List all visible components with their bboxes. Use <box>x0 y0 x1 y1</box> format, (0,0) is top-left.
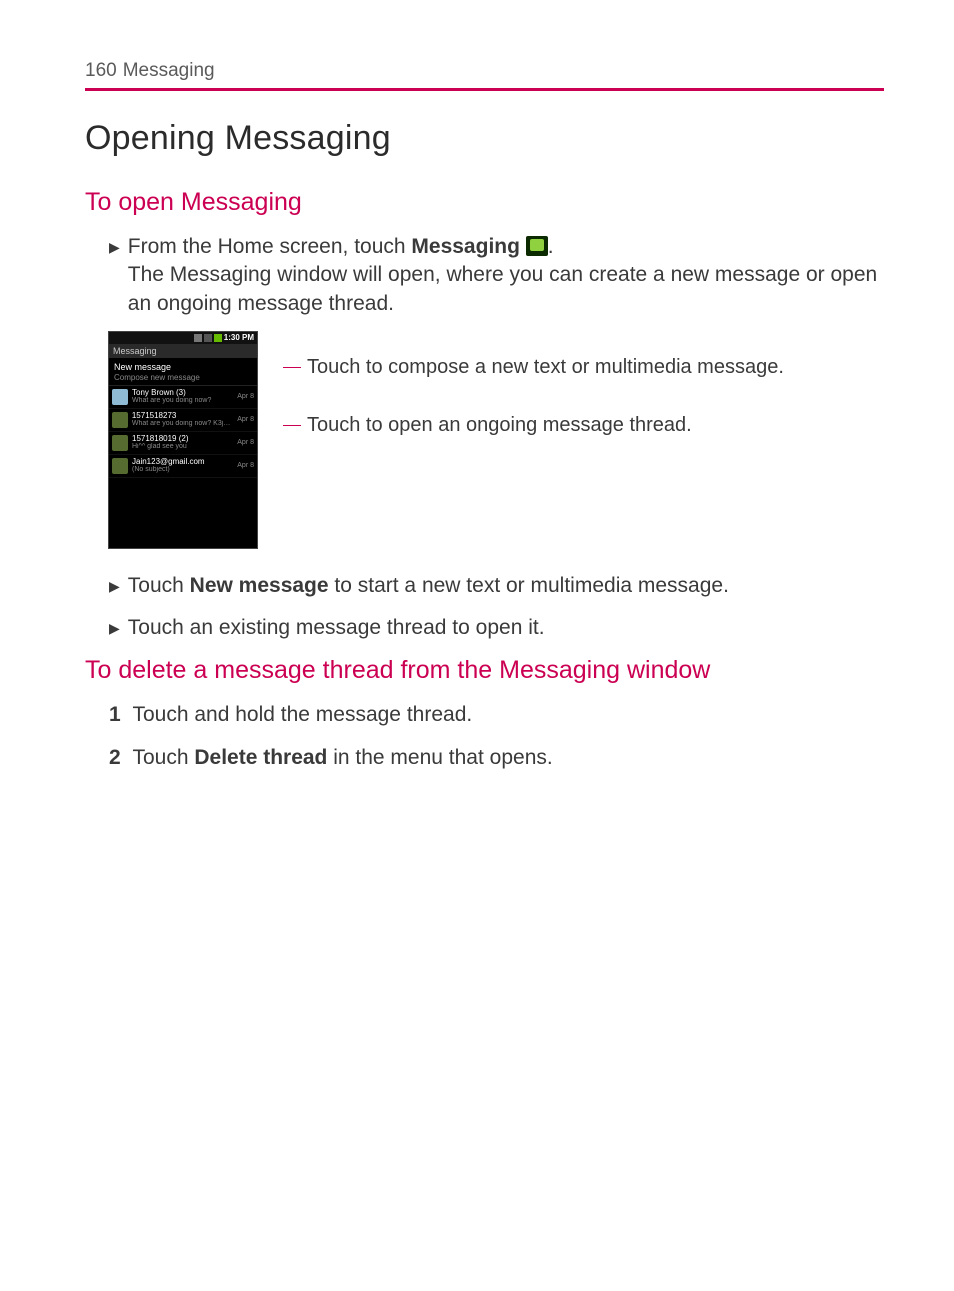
text-strong-delete-thread: Delete thread <box>194 746 327 769</box>
thread-row[interactable]: 1571518273 What are you doing now? K3jo…… <box>109 409 257 432</box>
subsection-title-delete: To delete a message thread from the Mess… <box>85 656 884 685</box>
section-title: Messaging <box>123 60 215 81</box>
avatar <box>112 435 128 451</box>
text-strong-messaging: Messaging <box>411 235 525 258</box>
status-time: 1:30 PM <box>224 333 254 343</box>
delete-step-2: 2 Touch Delete thread in the menu that o… <box>109 744 884 772</box>
compose-hint: Compose new message <box>114 373 252 383</box>
thread-row[interactable]: 1571818019 (2) Hi^^ glad see you Apr 8 <box>109 432 257 455</box>
bullet-marker-icon: ▶ <box>109 572 120 600</box>
signal-icon <box>204 334 212 342</box>
callout-open-thread: Touch to open an ongoing message thread. <box>283 412 692 438</box>
bullet-marker-icon: ▶ <box>109 233 120 318</box>
instruction-open-existing: ▶ Touch an existing message thread to op… <box>109 614 884 642</box>
avatar <box>112 412 128 428</box>
callout-text: Touch to open an ongoing message thread. <box>307 414 692 436</box>
new-message-label: New message <box>114 362 252 373</box>
avatar <box>112 389 128 405</box>
thread-name: Tony Brown (3) <box>132 388 233 398</box>
battery-icon <box>214 334 222 342</box>
thread-date: Apr 8 <box>237 439 254 447</box>
avatar <box>112 458 128 474</box>
text-fragment: The Messaging window will open, where yo… <box>128 263 877 314</box>
status-bar: 1:30 PM <box>109 332 257 344</box>
callout-leader-icon <box>283 367 301 368</box>
running-header: 160 Messaging <box>85 60 884 82</box>
header-divider <box>85 88 884 91</box>
thread-name: 1571818019 (2) <box>132 434 233 444</box>
thread-name: Jain123@gmail.com <box>132 457 233 467</box>
text-fragment: Touch <box>132 746 194 769</box>
page-number: 160 <box>85 60 117 81</box>
text-fragment: From the Home screen, touch <box>128 235 412 258</box>
step-number: 1 <box>109 701 127 729</box>
instruction-new-message: ▶ Touch New message to start a new text … <box>109 572 884 600</box>
thread-preview: What are you doing now? K3jo… <box>132 420 233 428</box>
phone-screenshot: 1:30 PM Messaging New message Compose ne… <box>109 332 257 548</box>
messaging-app-icon <box>526 236 548 256</box>
callout-leader-icon <box>283 425 301 426</box>
thread-preview: Hi^^ glad see you <box>132 443 233 451</box>
page-title: Opening Messaging <box>85 119 884 158</box>
screenshot-with-callouts: 1:30 PM Messaging New message Compose ne… <box>109 332 884 548</box>
text-strong-new-message: New message <box>190 574 329 597</box>
text-fragment: in the menu that opens. <box>327 746 552 769</box>
app-title-bar: Messaging <box>109 344 257 359</box>
callout-compose: Touch to compose a new text or multimedi… <box>283 354 784 380</box>
text-fragment: to start a new text or multimedia messag… <box>329 574 729 597</box>
manual-page: 160 Messaging Opening Messaging To open M… <box>0 0 954 1291</box>
new-message-row[interactable]: New message Compose new message <box>109 358 257 385</box>
thread-date: Apr 8 <box>237 462 254 470</box>
thread-name: 1571518273 <box>132 411 233 421</box>
text-fragment: Touch an existing message thread to open… <box>128 614 884 642</box>
thread-preview: What are you doing now? <box>132 397 233 405</box>
callout-text: Touch to compose a new text or multimedi… <box>307 356 784 378</box>
subsection-title-open: To open Messaging <box>85 188 884 217</box>
thread-row[interactable]: Tony Brown (3) What are you doing now? A… <box>109 386 257 409</box>
step-number: 2 <box>109 744 127 772</box>
phone-empty-area <box>109 478 257 548</box>
instruction-open-messaging: ▶ From the Home screen, touch Messaging … <box>109 233 884 318</box>
text-fragment: Touch <box>128 574 190 597</box>
text-fragment: Touch and hold the message thread. <box>132 703 472 726</box>
sdcard-icon <box>194 334 202 342</box>
thread-preview: (No subject) <box>132 466 233 474</box>
thread-row[interactable]: Jain123@gmail.com (No subject) Apr 8 <box>109 455 257 478</box>
thread-date: Apr 8 <box>237 416 254 424</box>
bullet-marker-icon: ▶ <box>109 614 120 642</box>
thread-date: Apr 8 <box>237 393 254 401</box>
text-fragment: . <box>548 235 554 258</box>
delete-step-1: 1 Touch and hold the message thread. <box>109 701 884 729</box>
